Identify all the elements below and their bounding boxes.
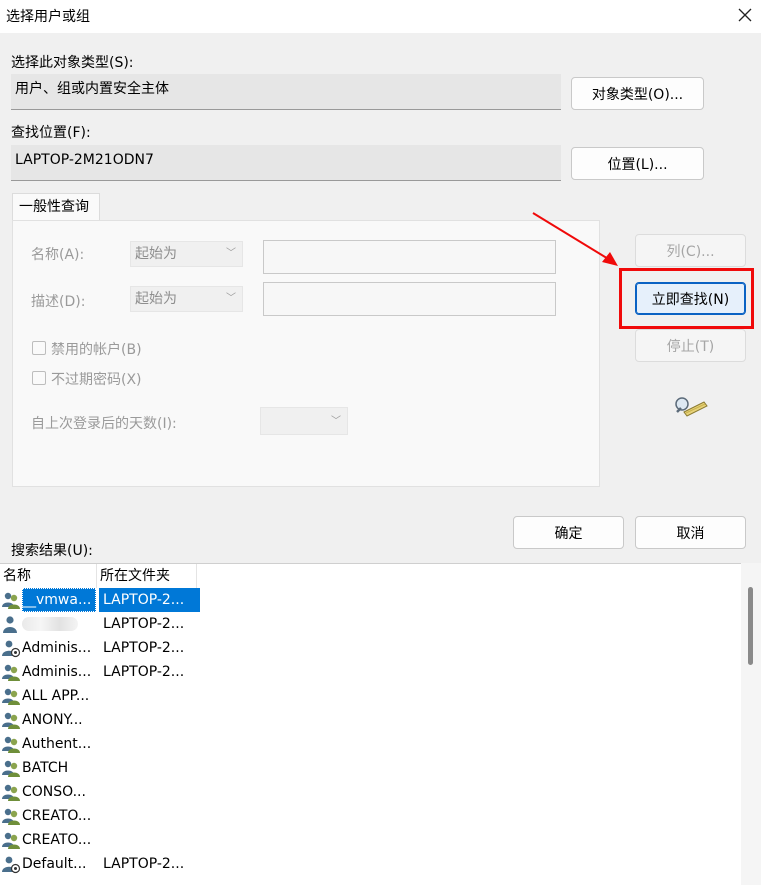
location-field: LAPTOP-2M21ODN7 [11, 145, 561, 181]
result-folder: LAPTOP-2... [103, 616, 185, 632]
group-icon [1, 710, 21, 734]
table-row[interactable]: __vmwa... LAPTOP-2... [0, 588, 200, 614]
name-mode-select[interactable]: 起始为 ﹀ [130, 241, 243, 267]
non-expiring-password-label: 不过期密码(X) [51, 372, 142, 388]
stop-button[interactable]: 停止(T) [635, 329, 746, 362]
name-label: 名称(A): [31, 247, 85, 263]
result-folder [99, 804, 200, 828]
result-name: CONSO... [22, 784, 86, 800]
table-row[interactable]: ANONY... [0, 708, 196, 732]
result-name: CREATO... [22, 832, 92, 848]
group-icon [1, 830, 21, 854]
search-results-label: 搜索结果(U): [11, 543, 93, 559]
window-title: 选择用户或组 [6, 9, 90, 25]
table-row[interactable]: CREATO... [0, 804, 196, 828]
result-folder [99, 828, 200, 852]
table-row[interactable]: Adminis... LAPTOP-2... [0, 660, 196, 684]
group-icon [1, 734, 21, 758]
result-folder: LAPTOP-2... [103, 664, 185, 680]
single-user-icon [1, 614, 21, 638]
chevron-down-icon: ﹀ [226, 248, 236, 259]
result-folder [99, 732, 200, 756]
result-folder [99, 780, 200, 804]
group-icon [1, 758, 21, 782]
admin-user-icon [1, 638, 21, 662]
table-row[interactable]: ALL APP... [0, 684, 196, 708]
description-label: 描述(D): [31, 294, 86, 310]
result-name: BATCH [22, 760, 69, 776]
admin-user-icon [1, 854, 21, 878]
disabled-accounts-checkbox[interactable] [32, 341, 46, 355]
result-folder [99, 708, 200, 732]
redacted-name [22, 617, 78, 631]
object-types-button[interactable]: 对象类型(O)... [571, 77, 704, 110]
chevron-down-icon: ﹀ [331, 416, 341, 427]
title-bar [0, 0, 761, 33]
group-icon [1, 806, 21, 830]
location-label: 查找位置(F): [11, 125, 91, 141]
result-folder: LAPTOP-2... [103, 640, 185, 656]
table-row[interactable]: CONSO... [0, 780, 196, 804]
object-type-label: 选择此对象类型(S): [11, 55, 134, 71]
result-name: CREATO... [22, 808, 92, 824]
days-since-logon-select[interactable]: ﹀ [260, 407, 348, 435]
table-row[interactable]: Default... LAPTOP-2... [0, 852, 196, 876]
result-folder: LAPTOP-2... [99, 588, 200, 612]
description-mode-value: 起始为 [135, 291, 177, 307]
column-header-folder[interactable]: 所在文件夹 [97, 564, 197, 588]
object-type-field: 用户、组或内置安全主体 [11, 74, 561, 110]
days-since-logon-label: 自上次登录后的天数(I): [31, 416, 177, 432]
annotation-arrow-icon [532, 212, 618, 266]
non-expiring-password-checkbox[interactable] [32, 371, 46, 385]
tab-common-queries[interactable]: 一般性查询 [12, 193, 100, 221]
close-icon[interactable] [728, 0, 761, 30]
name-input[interactable] [263, 240, 556, 274]
result-name: __vmwa... [22, 588, 96, 612]
group-icon [1, 686, 21, 710]
cancel-button[interactable]: 取消 [635, 516, 746, 549]
result-name: Default... [22, 856, 87, 872]
search-animation-icon [672, 394, 708, 420]
description-input[interactable] [263, 282, 556, 316]
annotation-box [619, 268, 754, 329]
group-icon [1, 782, 21, 806]
result-name: Adminis... [22, 640, 92, 656]
column-header-name[interactable]: 名称 [0, 564, 97, 588]
disabled-accounts-label: 禁用的帐户(B) [51, 342, 142, 358]
result-name [22, 612, 96, 636]
group-icon [1, 662, 21, 686]
result-folder [99, 684, 200, 708]
columns-button[interactable]: 列(C)... [635, 234, 746, 267]
table-row[interactable]: BATCH [0, 756, 196, 780]
locations-button[interactable]: 位置(L)... [571, 147, 704, 180]
scrollbar-thumb[interactable] [748, 587, 753, 665]
result-name: ANONY... [22, 712, 83, 728]
result-folder: LAPTOP-2... [103, 856, 185, 872]
table-row[interactable]: Authent... [0, 732, 196, 756]
name-mode-value: 起始为 [135, 246, 177, 262]
result-name: Adminis... [22, 664, 92, 680]
result-folder [99, 756, 200, 780]
user-icon [1, 590, 21, 614]
table-row[interactable]: CREATO... [0, 828, 196, 852]
table-row[interactable]: LAPTOP-2... [0, 612, 196, 636]
search-results-list[interactable]: 名称 所在文件夹 __vmwa... LAPTOP-2... LAPTOP-2...… [0, 563, 761, 886]
ok-button[interactable]: 确定 [513, 516, 624, 549]
result-name: Authent... [22, 736, 92, 752]
result-name: ALL APP... [22, 688, 90, 704]
table-row[interactable]: Adminis... LAPTOP-2... [0, 636, 196, 660]
description-mode-select[interactable]: 起始为 ﹀ [130, 286, 243, 312]
chevron-down-icon: ﹀ [226, 293, 236, 304]
